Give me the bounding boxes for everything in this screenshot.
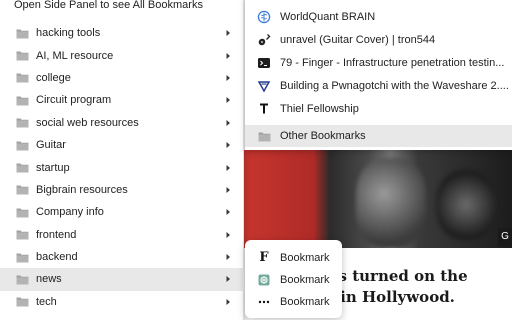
bookmark-folder-guitar[interactable]: Guitar	[0, 134, 244, 156]
bookmark-folder-list: hacking tools AI, ML resource college Circu…	[0, 22, 244, 313]
chevron-right-icon	[224, 52, 232, 60]
folder-label: AI, ML resource	[36, 49, 114, 62]
bookmark-worldquant-brain[interactable]: WorldQuant BRAIN	[245, 6, 512, 28]
image-blur-shape	[436, 170, 496, 240]
bookmark-folder-backend[interactable]: backend	[0, 246, 244, 268]
chevron-right-icon	[224, 29, 232, 37]
folder-icon	[16, 28, 29, 39]
chevron-right-icon	[224, 253, 232, 261]
folder-icon	[16, 229, 29, 240]
chevron-right-icon	[224, 186, 232, 194]
bookmark-label: Bookmark	[280, 251, 330, 264]
image-blur-shape	[356, 158, 426, 248]
folder-label: Bigbrain resources	[36, 183, 128, 196]
bookmark-folder-startup[interactable]: startup	[0, 156, 244, 178]
folder-label: social web resources	[36, 116, 139, 129]
bookmark-label: Bookmark	[280, 273, 330, 286]
bookmark-folder-news[interactable]: news	[0, 268, 244, 291]
chevron-right-icon	[224, 74, 232, 82]
bookmark-folder-bigbrain-resources[interactable]: Bigbrain resources	[0, 179, 244, 201]
folder-label: Company info	[36, 206, 104, 219]
article-hero-image[interactable]	[236, 150, 512, 248]
dots-icon	[258, 296, 270, 308]
bookmark-folder-college[interactable]: college	[0, 67, 244, 89]
folder-icon	[16, 274, 29, 285]
bookmark-folder-company-info[interactable]: Company info	[0, 201, 244, 223]
bookmark-item-1[interactable]: F Bookmark	[245, 247, 342, 268]
chevron-right-icon	[224, 164, 232, 172]
folder-icon	[257, 129, 271, 143]
f-logo-icon: F	[259, 249, 269, 265]
bookmark-label: Building a Pwnagotchi with the Waveshare…	[280, 80, 509, 92]
folder-label: tech	[36, 295, 57, 308]
news-folder-submenu: F Bookmark Bookmark Bookmark	[245, 240, 342, 318]
bookmark-label: unravel (Guitar Cover) | tron544	[280, 34, 436, 46]
bookmark-item-2[interactable]: Bookmark	[245, 269, 342, 290]
bookmark-label: Thiel Fellowship	[280, 103, 359, 115]
chevron-right-icon	[224, 208, 232, 216]
folder-icon	[16, 252, 29, 263]
folder-label: backend	[36, 251, 78, 264]
bookmark-item-3[interactable]: Bookmark	[245, 291, 342, 312]
chevron-right-icon	[224, 298, 232, 306]
chevron-right-icon	[224, 119, 232, 127]
folder-icon	[16, 140, 29, 151]
bookmark-folder-hacking-tools[interactable]: hacking tools	[0, 22, 244, 44]
folder-label: hacking tools	[36, 27, 101, 40]
folder-label: startup	[36, 161, 70, 174]
folder-label: frontend	[36, 228, 77, 241]
folder-icon	[16, 296, 29, 307]
bookmark-label: 79 - Finger - Infrastructure penetration…	[280, 57, 505, 69]
t-icon	[257, 102, 271, 116]
bookmark-label: WorldQuant BRAIN	[280, 11, 376, 23]
bookmark-folder-social-web-resources[interactable]: social web resources	[0, 112, 244, 134]
folder-icon	[16, 72, 29, 83]
chevron-right-icon	[224, 275, 232, 283]
folder-icon	[16, 50, 29, 61]
bookmark-folder-frontend[interactable]: frontend	[0, 224, 244, 246]
folder-icon	[16, 95, 29, 106]
folder-icon	[16, 162, 29, 173]
open-side-panel-item[interactable]: Open Side Panel to see All Bookmarks	[0, 0, 244, 15]
folder-label: news	[36, 273, 62, 286]
chevron-right-icon	[224, 96, 232, 104]
bookmark-finger-pentest[interactable]: 79 - Finger - Infrastructure penetration…	[245, 52, 512, 74]
bookmark-thiel-fellowship[interactable]: Thiel Fellowship	[245, 98, 512, 120]
brain-icon	[257, 10, 271, 24]
pwnagotchi-icon	[257, 79, 271, 93]
bookmark-folder-tech[interactable]: tech	[0, 291, 244, 313]
folder-label: college	[36, 71, 71, 84]
folder-label: Guitar	[36, 139, 66, 152]
folder-icon	[16, 207, 29, 218]
bookmark-unravel-guitar-cover[interactable]: unravel (Guitar Cover) | tron544	[245, 29, 512, 51]
folder-icon	[16, 117, 29, 128]
folder-icon	[16, 184, 29, 195]
other-bookmarks-label: Other Bookmarks	[280, 130, 366, 142]
folder-label: Circuit program	[36, 94, 112, 107]
guitar-icon	[257, 33, 271, 47]
chevron-right-icon	[224, 141, 232, 149]
other-bookmarks-folder[interactable]: Other Bookmarks	[245, 125, 512, 147]
bookmarks-submenu: WorldQuant BRAIN unravel (Guitar Cover) …	[245, 0, 512, 150]
bookmark-pwnagotchi[interactable]: Building a Pwnagotchi with the Waveshare…	[245, 75, 512, 97]
bookmarks-menu: Open Side Panel to see All Bookmarks hac…	[0, 0, 244, 320]
openai-icon	[258, 274, 270, 286]
bookmark-label: Bookmark	[280, 295, 330, 308]
corner-badge: G	[498, 228, 512, 246]
chevron-right-icon	[224, 231, 232, 239]
bookmark-folder-circuit-program[interactable]: Circuit program	[0, 89, 244, 111]
terminal-icon	[257, 56, 271, 70]
bookmark-folder-ai-ml-resource[interactable]: AI, ML resource	[0, 44, 244, 66]
